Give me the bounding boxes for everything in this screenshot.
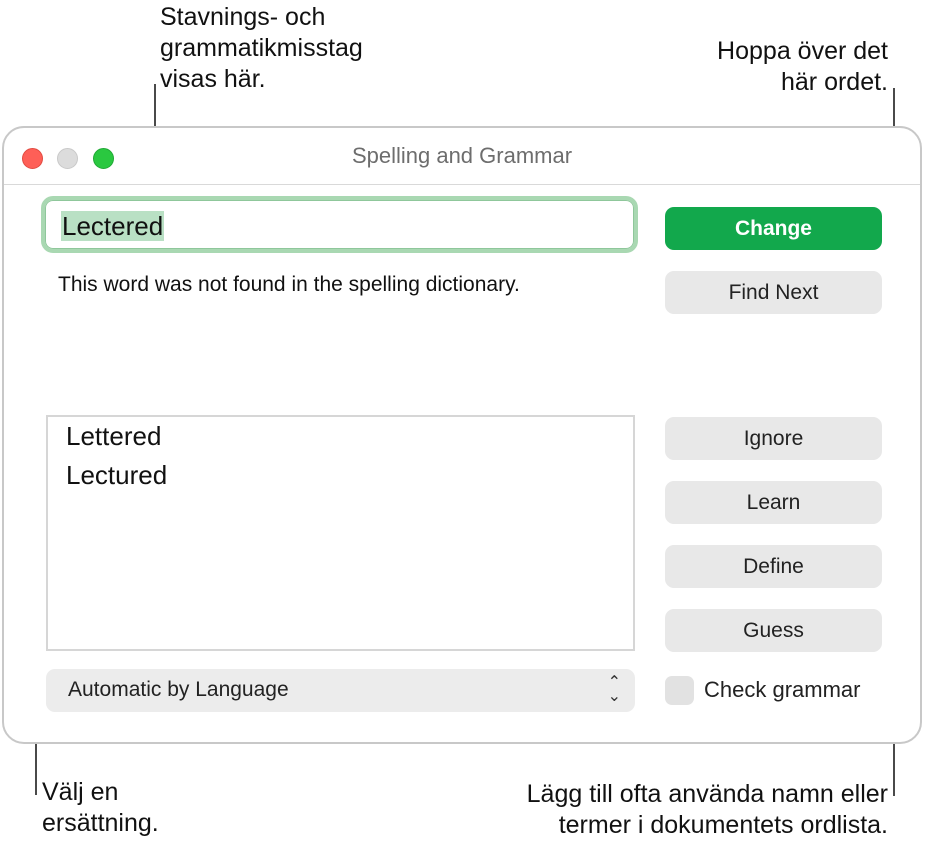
check-grammar-label: Check grammar <box>704 677 861 702</box>
callout-spelling-errors: Stavnings- och grammatikmisstag visas hä… <box>160 2 363 95</box>
title-bar: Spelling and Grammar <box>4 128 920 185</box>
callout-line: här ordet. <box>780 68 888 96</box>
spelling-grammar-window: Spelling and Grammar Lectered This word … <box>2 126 922 744</box>
callout-choose-replacement: Välj en ersättning. <box>42 777 159 839</box>
stage: Stavnings- och grammatikmisstag visas hä… <box>0 0 926 852</box>
error-message: This word was not found in the spelling … <box>58 273 520 296</box>
language-select-value: Automatic by Language <box>68 678 289 701</box>
window-title: Spelling and Grammar <box>351 143 573 168</box>
callout-line: grammatikmisstag <box>160 34 363 62</box>
callout-line: Stavnings- och <box>160 3 326 31</box>
guess-button[interactable]: Guess <box>665 609 882 652</box>
callout-learn-word: Lägg till ofta använda namn eller termer… <box>527 779 888 841</box>
change-button[interactable]: Change <box>665 207 882 250</box>
callout-ignore-word: Hoppa över det här ordet. <box>717 36 888 98</box>
ignore-button[interactable]: Ignore <box>665 417 882 460</box>
learn-button[interactable]: Learn <box>665 481 882 524</box>
misspelled-word-field[interactable]: Lectered <box>41 196 638 253</box>
callout-line: visas här. <box>160 65 266 93</box>
selected-word: Lectered <box>61 211 165 241</box>
callout-line: Lägg till ofta använda namn eller <box>526 780 888 808</box>
callout-line: ersättning. <box>42 809 159 837</box>
list-item[interactable]: Lectured <box>66 460 167 491</box>
define-button[interactable]: Define <box>665 545 882 588</box>
up-down-chevron-icon: ⌃ ⌄ <box>607 674 621 705</box>
list-item[interactable]: Lettered <box>66 421 161 452</box>
language-select[interactable]: Automatic by Language ⌃ ⌄ <box>46 669 635 712</box>
suggestions-list[interactable]: Lettered Lectured <box>46 415 635 651</box>
check-grammar-checkbox[interactable] <box>665 676 694 705</box>
callout-line: Välj en <box>42 778 119 806</box>
find-next-button[interactable]: Find Next <box>665 271 882 314</box>
callout-line: Hoppa över det <box>717 37 888 65</box>
callout-line: termer i dokumentets ordlista. <box>558 811 888 839</box>
